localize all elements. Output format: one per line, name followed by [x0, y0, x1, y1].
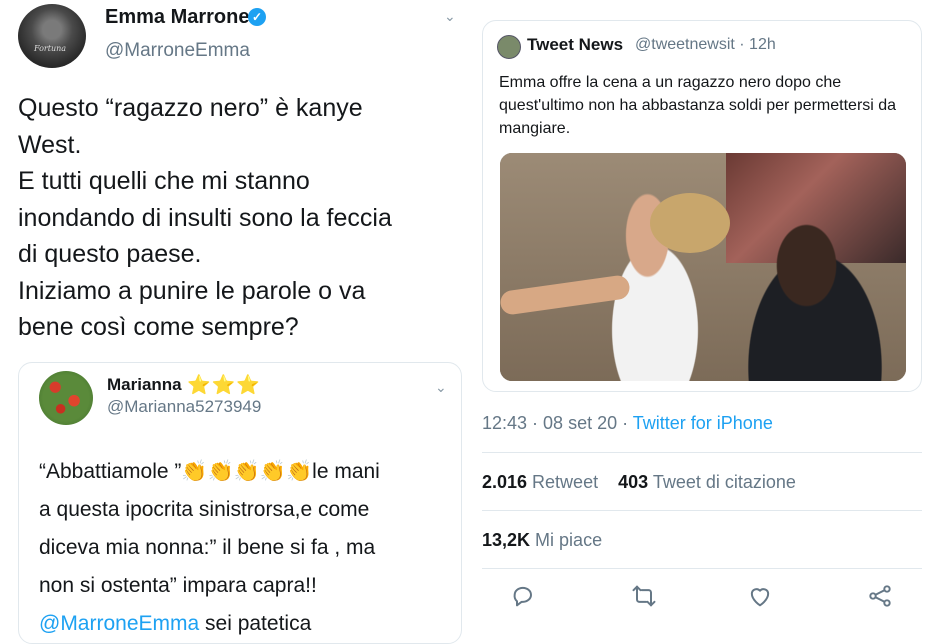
quote-text: sei patetica: [199, 612, 312, 635]
quote-text: “Abbattiamole ”: [39, 460, 182, 483]
tweet-body: Questo “ragazzo nero” è kanye West. E tu…: [18, 90, 458, 346]
reply-icon[interactable]: [510, 582, 550, 622]
chevron-down-icon[interactable]: ⌄: [435, 379, 447, 396]
quote-body: “Abbattiamole ”👏👏👏👏👏le mani a questa ipo…: [39, 453, 449, 643]
quoted-tweet-marianna[interactable]: Marianna ⭐⭐⭐ @Marianna5273949 ⌄ “Abbatti…: [18, 362, 462, 644]
verified-badge-icon: ✓: [248, 8, 266, 26]
star-emoji-icon: ⭐⭐⭐: [187, 375, 261, 396]
chevron-down-icon[interactable]: ⌄: [444, 8, 456, 25]
clap-emoji-icon: 👏👏👏👏👏: [181, 460, 313, 483]
retweet-count-link[interactable]: 2.016 Retweet: [482, 472, 598, 492]
main-tweet: Fortuna Emma Marrone ✓ @MarroneEmma ⌄ Qu…: [0, 0, 470, 644]
like-heart-icon[interactable]: [746, 582, 786, 622]
tweet-line: Questo “ragazzo nero” è kanye: [18, 94, 363, 122]
retweet-label: Retweet: [527, 472, 599, 492]
like-stats[interactable]: 13,2K Mi piace: [482, 530, 602, 551]
like-label: Mi piace: [530, 530, 603, 550]
divider: [482, 510, 922, 511]
quote-author-name[interactable]: Marianna: [107, 375, 182, 395]
quote-count-link[interactable]: 403 Tweet di citazione: [618, 472, 796, 492]
quote-line: non si ostenta” impara capra!!: [39, 574, 317, 597]
quote-body: Emma offre la cena a un ragazzo nero dop…: [499, 74, 897, 137]
quote-line: @MarroneEmma sei patetica: [39, 605, 449, 643]
tweet-line: inondando di insulti sono la feccia: [18, 203, 392, 232]
quote-count: 403: [618, 472, 649, 492]
share-icon[interactable]: [866, 582, 906, 622]
retweet-icon[interactable]: [630, 582, 670, 622]
avatar-signature: Fortuna: [34, 44, 67, 53]
quote-text: le mani: [312, 460, 380, 483]
photo-hair: [650, 193, 730, 253]
tweet-source-link[interactable]: Twitter for iPhone: [633, 413, 773, 433]
emma-avatar[interactable]: Fortuna: [18, 4, 86, 68]
quote-line: “Abbattiamole ”👏👏👏👏👏le mani: [39, 453, 449, 491]
divider: [482, 452, 922, 453]
tweet-line: di questo paese.: [18, 240, 202, 268]
author-handle[interactable]: @MarroneEmma: [105, 40, 250, 62]
tweet-line: bene così come sempre?: [18, 313, 299, 341]
tweet-line: E tutti quelli che mi stanno: [18, 167, 310, 195]
tweetnews-avatar[interactable]: [497, 35, 521, 59]
divider: [482, 568, 922, 569]
tweet-meta: 12:43 · 08 set 20 · Twitter for iPhone: [482, 413, 773, 434]
quote-author-handle[interactable]: @Marianna5273949: [107, 397, 261, 417]
mention-link[interactable]: @MarroneEmma: [39, 612, 199, 635]
quote-line: diceva mia nonna:” il bene si fa , ma: [39, 536, 376, 559]
quote-line: a questa ipocrita sinistrorsa,e come: [39, 498, 370, 521]
like-count: 13,2K: [482, 530, 531, 550]
tweet-line: Iniziamo a punire le parole o va: [18, 276, 366, 305]
author-name[interactable]: Emma Marrone: [105, 6, 250, 29]
quoted-tweet-tweetnews[interactable]: Tweet News @tweetnewsit · 12h Emma offre…: [482, 20, 922, 392]
tweet-photo[interactable]: [500, 153, 906, 381]
quote-author-handle[interactable]: @tweetnewsit · 12h: [635, 36, 776, 54]
marianna-avatar[interactable]: [39, 371, 93, 425]
action-bar: [482, 582, 922, 622]
retweet-count: 2.016: [482, 472, 528, 492]
tweet-line: West.: [18, 130, 82, 159]
quote-author-name[interactable]: Tweet News: [527, 35, 623, 55]
quote-label: Tweet di citazione: [648, 472, 796, 492]
tweet-timestamp[interactable]: 12:43 · 08 set 20 ·: [482, 413, 633, 433]
photo-person-man: [730, 223, 900, 381]
retweet-stats: 2.016 Retweet 403 Tweet di citazione: [482, 472, 796, 493]
